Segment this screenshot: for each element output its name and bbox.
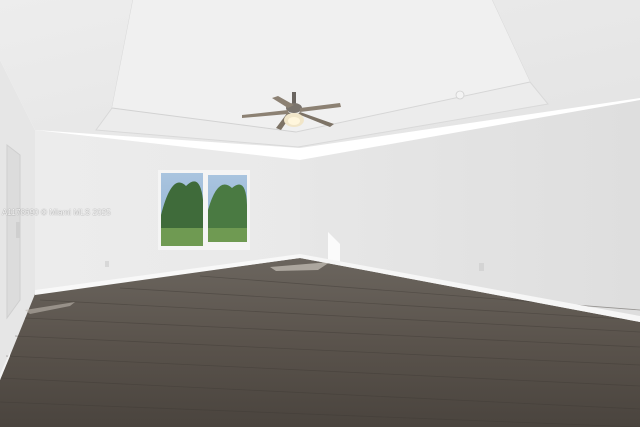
- outlet-icon-right: [479, 263, 484, 271]
- door-icon: [16, 222, 20, 238]
- mls-watermark: A1178690 © Miami MLS 2025: [2, 208, 111, 217]
- smoke-detector: [455, 90, 465, 100]
- window-icon: [158, 170, 250, 250]
- outlet-icon: [105, 261, 109, 267]
- empty-room-photo: A1178690 © Miami MLS 2025: [0, 0, 640, 427]
